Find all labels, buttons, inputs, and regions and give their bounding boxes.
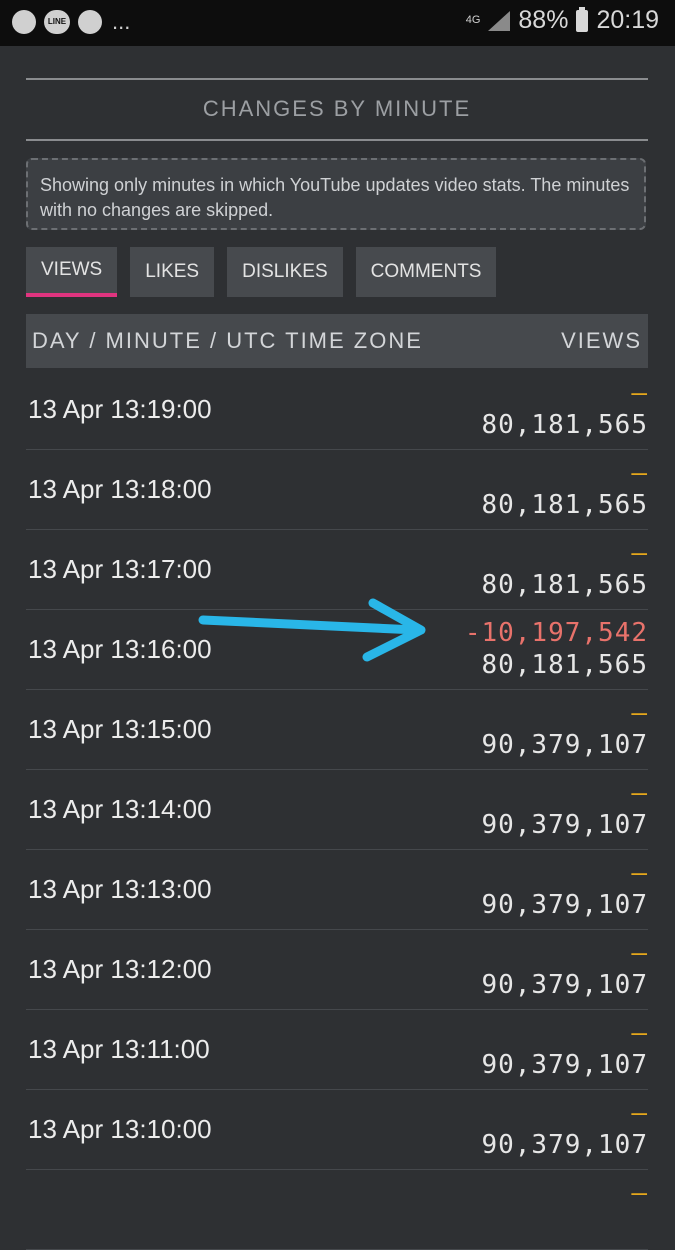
table-row: 13 Apr 13:11:00 — 90,379,107 xyxy=(26,1010,648,1090)
network-indicator: 4G xyxy=(465,14,481,26)
signal-icon xyxy=(488,10,511,31)
row-time: 13 Apr 13:14:00 xyxy=(28,794,212,824)
row-time: 13 Apr 13:18:00 xyxy=(28,474,212,504)
line-icon-text: LINE xyxy=(47,17,67,26)
row-time: 13 Apr 13:12:00 xyxy=(28,954,212,984)
row-change: — xyxy=(631,378,648,408)
row-change: — xyxy=(631,1098,648,1128)
column-header-time: DAY / MINUTE / UTC TIME ZONE xyxy=(32,328,423,353)
whatsapp-icon xyxy=(12,10,36,34)
row-time: 13 Apr 13:13:00 xyxy=(28,874,212,904)
more-notifications: ... xyxy=(112,9,131,34)
row-change: — xyxy=(631,698,648,728)
clock: 20:19 xyxy=(596,6,659,34)
table-row: 13 Apr 13:15:00 — 90,379,107 xyxy=(26,690,648,770)
row-time: 13 Apr 13:17:00 xyxy=(28,554,212,584)
row-views: 90,379,107 xyxy=(481,810,648,840)
divider xyxy=(26,139,648,141)
row-views: 90,379,107 xyxy=(481,970,648,1000)
table-row: 13 Apr 13:13:00 — 90,379,107 xyxy=(26,850,648,930)
tab-dislikes[interactable]: DISLIKES xyxy=(227,247,343,297)
divider xyxy=(26,78,648,80)
battery-percent: 88% xyxy=(518,6,569,34)
twitter-icon xyxy=(78,10,102,34)
status-bar: LINE ... 4G 88% 20:19 xyxy=(0,0,675,46)
table-row: 13 Apr 13:18:00 — 80,181,565 xyxy=(26,450,648,530)
table-header: DAY / MINUTE / UTC TIME ZONE VIEWS xyxy=(26,314,648,368)
row-change: — xyxy=(631,538,648,568)
row-views: 80,181,565 xyxy=(481,410,648,440)
row-views: 90,379,107 xyxy=(481,730,648,760)
column-header-views: VIEWS xyxy=(561,328,642,353)
tab-likes[interactable]: LIKES xyxy=(130,247,215,297)
row-change: — xyxy=(631,1178,648,1208)
row-change: — xyxy=(631,938,648,968)
row-views: 90,379,107 xyxy=(481,1050,648,1080)
table-row: 13 Apr 13:14:00 — 90,379,107 xyxy=(26,770,648,850)
row-views: 80,181,565 xyxy=(481,490,648,520)
row-views: 80,181,565 xyxy=(481,650,648,680)
row-time: 13 Apr 13:10:00 xyxy=(28,1114,212,1144)
row-change: — xyxy=(631,458,648,488)
changes-table: 13 Apr 13:19:00 — 80,181,565 13 Apr 13:1… xyxy=(26,370,648,1250)
line-icon: LINE xyxy=(44,10,70,34)
section-title: CHANGES BY MINUTE xyxy=(202,96,472,121)
metric-tabs: VIEWS LIKES DISLIKES COMMENTS xyxy=(26,247,497,297)
row-time: 13 Apr 13:11:00 xyxy=(28,1034,210,1064)
table-row: 13 Apr 13:12:00 — 90,379,107 xyxy=(26,930,648,1010)
info-notice: Showing only minutes in which YouTube up… xyxy=(26,158,646,230)
row-views: 90,379,107 xyxy=(481,1130,648,1160)
table-row: 13 Apr 13:10:00 — 90,379,107 xyxy=(26,1090,648,1170)
tab-views[interactable]: VIEWS xyxy=(26,247,118,297)
row-time: 13 Apr 13:15:00 xyxy=(28,714,212,744)
row-change: — xyxy=(631,858,648,888)
table-row: 13 Apr 13:19:00 — 80,181,565 xyxy=(26,370,648,450)
row-change: — xyxy=(631,1018,648,1048)
row-views: 90,379,107 xyxy=(481,890,648,920)
tab-comments[interactable]: COMMENTS xyxy=(355,247,497,297)
row-time: 13 Apr 13:16:00 xyxy=(28,634,212,664)
battery-icon xyxy=(576,6,589,32)
table-row: — xyxy=(26,1170,648,1250)
row-change: — xyxy=(631,778,648,808)
row-time: 13 Apr 13:19:00 xyxy=(28,394,212,424)
annotation-arrow-icon xyxy=(198,598,426,662)
row-views: 80,181,565 xyxy=(481,570,648,600)
row-change-negative: -10,197,542 xyxy=(464,618,648,648)
